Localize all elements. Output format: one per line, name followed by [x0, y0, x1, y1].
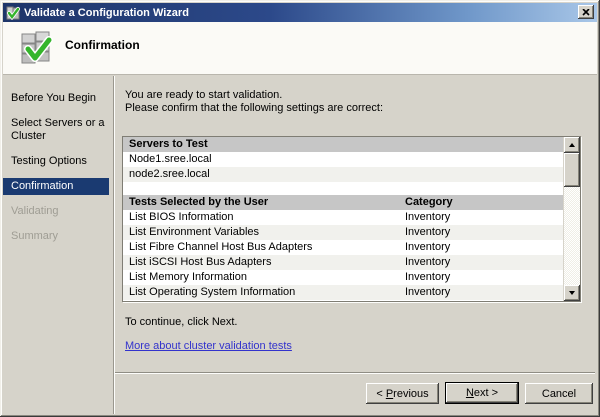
scroll-down-icon [569, 291, 575, 295]
continue-hint: To continue, click Next. [125, 316, 238, 328]
scroll-down-button[interactable] [564, 285, 580, 301]
title-bar: Validate a Configuration Wizard [3, 3, 597, 22]
test-category: Inventory [405, 270, 450, 285]
step-summary: Summary [3, 228, 113, 245]
close-icon [582, 9, 590, 16]
wizard-window: Validate a Configuration Wizard Confirma… [0, 0, 600, 417]
test-name: List Memory Information [129, 271, 247, 283]
test-name: List Environment Variables [129, 226, 259, 238]
test-row[interactable]: List Operating System Information Invent… [123, 285, 563, 300]
tests-selected-section: Tests Selected by the User Category List… [123, 195, 563, 300]
next-label-post: ext > [474, 387, 498, 399]
intro-line-2: Please confirm that the following settin… [125, 102, 383, 115]
step-before-you-begin[interactable]: Before You Begin [3, 90, 113, 107]
test-name: List iSCSI Host Bus Adapters [129, 256, 271, 268]
report-vertical-scrollbar[interactable] [563, 137, 580, 301]
server-check-icon-small [6, 6, 20, 20]
report-viewport: Servers to Test Node1.sree.local node2.s… [123, 137, 563, 301]
more-about-validation-link[interactable]: More about cluster validation tests [125, 340, 292, 352]
test-row[interactable]: List Environment Variables Inventory [123, 225, 563, 240]
test-category: Inventory [405, 255, 450, 270]
test-name: List Fibre Channel Host Bus Adapters [129, 241, 312, 253]
section-gap [123, 182, 563, 195]
servers-section-header: Servers to Test [123, 137, 563, 152]
step-select-servers[interactable]: Select Servers or a Cluster [3, 115, 113, 145]
wizard-steps-nav: Before You Begin Select Servers or a Clu… [3, 76, 113, 414]
test-category: Inventory [405, 210, 450, 225]
window-title: Validate a Configuration Wizard [24, 7, 189, 19]
step-validating: Validating [3, 203, 113, 220]
test-row[interactable]: List BIOS Information Inventory [123, 210, 563, 225]
test-category: Inventory [405, 285, 450, 300]
cancel-button[interactable]: Cancel [525, 383, 593, 404]
test-category: Inventory [405, 240, 450, 255]
test-name: List BIOS Information [129, 211, 234, 223]
next-label-key: N [466, 387, 474, 399]
server-row[interactable]: node2.sree.local [123, 167, 563, 182]
test-category: Inventory [405, 225, 450, 240]
server-check-icon [19, 30, 56, 67]
test-row[interactable]: List Fibre Channel Host Bus Adapters Inv… [123, 240, 563, 255]
test-name: List Operating System Information [129, 286, 295, 298]
intro-line-1: You are ready to start validation. [125, 89, 383, 102]
step-testing-options[interactable]: Testing Options [3, 153, 113, 170]
tests-section-header: Tests Selected by the User Category [123, 195, 563, 210]
sidebar-divider [113, 76, 115, 414]
intro-text: You are ready to start validation. Pleas… [125, 89, 383, 115]
step-confirmation[interactable]: Confirmation [3, 178, 109, 195]
scrollbar-thumb[interactable] [564, 153, 580, 187]
button-separator [115, 372, 595, 374]
previous-button[interactable]: < Previous [366, 383, 439, 404]
previous-label-post: revious [393, 388, 428, 400]
validation-settings-report: Servers to Test Node1.sree.local node2.s… [122, 136, 581, 302]
wizard-header: Confirmation [3, 22, 597, 75]
servers-to-test-section: Servers to Test Node1.sree.local node2.s… [123, 137, 563, 182]
scroll-up-icon [569, 143, 575, 147]
category-header-label: Category [405, 195, 453, 210]
previous-label-pre: < [376, 388, 385, 400]
test-row[interactable]: List Memory Information Inventory [123, 270, 563, 285]
tests-header-label: Tests Selected by the User [129, 196, 268, 208]
server-row[interactable]: Node1.sree.local [123, 152, 563, 167]
page-title: Confirmation [65, 38, 140, 52]
test-row[interactable]: List iSCSI Host Bus Adapters Inventory [123, 255, 563, 270]
scroll-up-button[interactable] [564, 137, 580, 153]
next-button[interactable]: Next > [445, 382, 519, 404]
close-button[interactable] [578, 5, 594, 19]
